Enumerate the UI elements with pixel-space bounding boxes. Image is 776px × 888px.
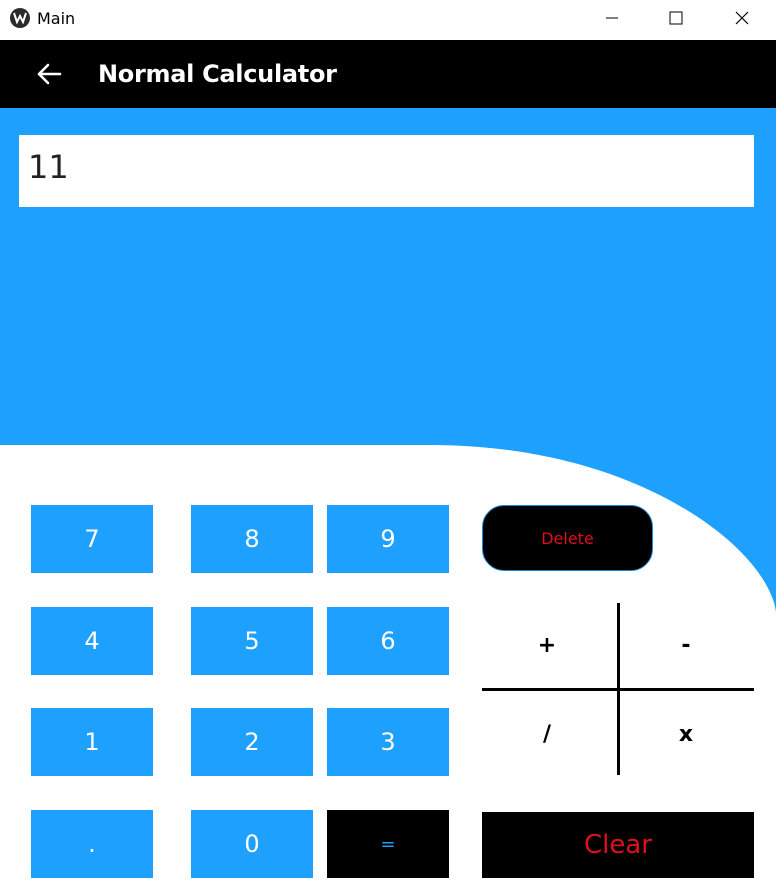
- key-0[interactable]: 0: [191, 810, 313, 878]
- key-5[interactable]: 5: [191, 607, 313, 675]
- clear-button[interactable]: Clear: [482, 812, 754, 878]
- operator-divider-horizontal: [482, 688, 754, 691]
- key-9[interactable]: 9: [327, 505, 449, 573]
- key-8[interactable]: 8: [191, 505, 313, 573]
- operator-grid: + - / x: [482, 603, 754, 775]
- close-icon[interactable]: [710, 0, 774, 36]
- app-logo-icon: [10, 8, 30, 28]
- maximize-icon[interactable]: [644, 0, 708, 36]
- window-titlebar: Main: [0, 0, 776, 40]
- key-2[interactable]: 2: [191, 708, 313, 776]
- window-title: Main: [37, 9, 76, 28]
- key-3[interactable]: 3: [327, 708, 449, 776]
- delete-button[interactable]: Delete: [482, 505, 653, 571]
- back-arrow-icon[interactable]: [36, 62, 62, 86]
- minimize-icon[interactable]: [580, 0, 644, 36]
- minus-button[interactable]: -: [636, 615, 736, 675]
- display-value: 11: [28, 148, 69, 186]
- key-dot[interactable]: .: [31, 810, 153, 878]
- multiply-button[interactable]: x: [636, 704, 736, 764]
- key-7[interactable]: 7: [31, 505, 153, 573]
- key-6[interactable]: 6: [327, 607, 449, 675]
- divide-button[interactable]: /: [497, 704, 597, 764]
- calculator-display[interactable]: 11: [19, 135, 754, 207]
- key-equals[interactable]: =: [327, 810, 449, 878]
- plus-button[interactable]: +: [497, 615, 597, 675]
- app-bar: Normal Calculator: [0, 40, 776, 108]
- key-1[interactable]: 1: [31, 708, 153, 776]
- page-title: Normal Calculator: [98, 60, 337, 88]
- key-4[interactable]: 4: [31, 607, 153, 675]
